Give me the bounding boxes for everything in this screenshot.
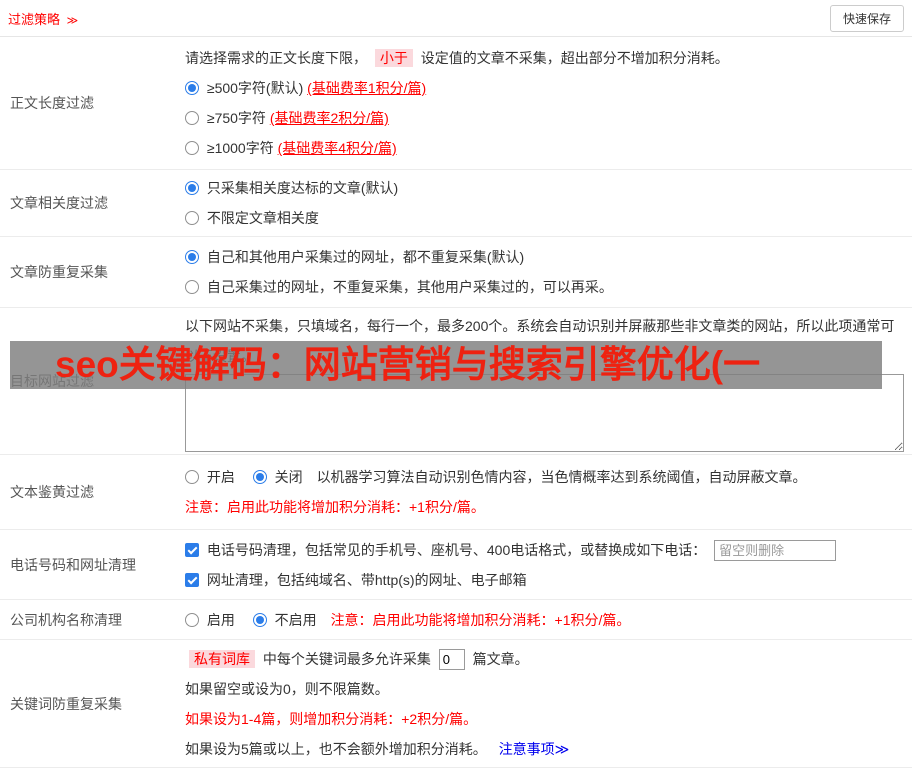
porn-filter-description: 以机器学习算法自动识别色情内容，当色情概率达到系统阈值，自动屏蔽文章。 xyxy=(317,469,807,485)
section-label: 关键词防重复采集 xyxy=(0,640,175,767)
radio-option-500[interactable]: ≥500字符(默认) (基础费率1积分/篇) xyxy=(185,73,902,103)
radio-button[interactable] xyxy=(185,280,199,294)
section-dedup-collection: 文章防重复采集 自己和其他用户采集过的网址，都不重复采集(默认) 自己采集过的网… xyxy=(0,237,912,308)
keyword-note-five: 如果设为5篇或以上，也不会额外增加积分消耗。 xyxy=(185,741,487,757)
radio-button[interactable] xyxy=(253,470,267,484)
radio-button[interactable] xyxy=(185,470,199,484)
keyword-note-zero: 如果留空或设为0，则不限篇数。 xyxy=(185,674,902,704)
intro-text: 请选择需求的正文长度下限， 小于 设定值的文章不采集，超出部分不增加积分消耗。 xyxy=(185,43,902,73)
section-label: 文章防重复采集 xyxy=(0,237,175,307)
ad-overlay-banner[interactable]: seo关键解码：网站营销与搜索引擎优化(一 xyxy=(10,341,882,389)
keyword-note-fee: 如果设为1-4篇，则增加积分消耗：+2积分/篇。 xyxy=(185,704,902,734)
radio-button[interactable] xyxy=(185,81,199,95)
option-text: 自己和其他用户采集过的网址，都不重复采集(默认) xyxy=(207,249,524,265)
section-body-length-filter: 正文长度过滤 请选择需求的正文长度下限， 小于 设定值的文章不采集，超出部分不增… xyxy=(0,37,912,170)
max-articles-input[interactable] xyxy=(439,649,465,670)
radio-option-porn-on[interactable]: 开启 xyxy=(185,469,239,485)
radio-option-dedup-all[interactable]: 自己和其他用户采集过的网址，都不重复采集(默认) xyxy=(185,242,902,272)
option-text: ≥1000字符 xyxy=(207,140,274,156)
radio-option-relevance-strict[interactable]: 只采集相关度达标的文章(默认) xyxy=(185,173,902,203)
header: 过滤策略 ≫ 快速保存 xyxy=(0,0,912,37)
radio-option-porn-off[interactable]: 关闭 xyxy=(253,469,307,485)
highlight-term: 小于 xyxy=(375,49,413,67)
replacement-phone-input[interactable] xyxy=(714,540,836,561)
option-text: 开启 xyxy=(207,469,235,485)
checkbox[interactable] xyxy=(185,573,199,587)
option-text: 只采集相关度达标的文章(默认) xyxy=(207,180,398,196)
chevron-double-icon: ≫ xyxy=(67,15,79,27)
fee-note: (基础费率4积分/篇) xyxy=(278,140,397,156)
option-text: 不限定文章相关度 xyxy=(207,210,319,226)
notes-link[interactable]: 注意事项≫ xyxy=(499,741,570,757)
option-text: 网址清理，包括纯域名、带http(s)的网址、电子邮箱 xyxy=(207,572,527,588)
section-keyword-dedup: 关键词防重复采集 私有词库 中每个关键词最多允许采集 篇文章。 如果留空或设为0… xyxy=(0,640,912,768)
section-label: 公司机构名称清理 xyxy=(0,600,175,639)
section-label: 文章相关度过滤 xyxy=(0,170,175,236)
radio-option-dedup-self[interactable]: 自己采集过的网址，不重复采集，其他用户采集过的，可以再采。 xyxy=(185,272,902,302)
intro-pre: 请选择需求的正文长度下限， xyxy=(185,50,367,66)
radio-button[interactable] xyxy=(185,613,199,627)
section-company-name-cleanup: 公司机构名称清理 启用 不启用 注意：启用此功能将增加积分消耗：+1积分/篇。 xyxy=(0,600,912,640)
radio-option-company-off[interactable]: 不启用 xyxy=(253,612,321,628)
keyword-lead-text: 中每个关键词最多允许采集 xyxy=(263,651,431,667)
option-text: 自己采集过的网址，不重复采集，其他用户采集过的，可以再采。 xyxy=(207,279,613,295)
page-title[interactable]: 过滤策略 ≫ xyxy=(8,9,78,28)
option-text: ≥500字符(默认) xyxy=(207,80,303,96)
quick-save-button[interactable]: 快速保存 xyxy=(830,5,904,32)
fee-note: (基础费率1积分/篇) xyxy=(307,80,426,96)
radio-button[interactable] xyxy=(185,211,199,225)
radio-option-1000[interactable]: ≥1000字符 (基础费率4积分/篇) xyxy=(185,133,902,163)
radio-button[interactable] xyxy=(185,181,199,195)
radio-option-relevance-any[interactable]: 不限定文章相关度 xyxy=(185,203,902,233)
page-title-text: 过滤策略 xyxy=(8,12,60,27)
ad-overlay-text: seo关键解码：网站营销与搜索引擎优化(一 xyxy=(55,344,760,385)
option-text: 电话号码清理，包括常见的手机号、座机号、400电话格式，或替换成如下电话： xyxy=(207,542,706,558)
checkbox-option-url-clean[interactable]: 网址清理，包括纯域名、带http(s)的网址、电子邮箱 xyxy=(185,565,902,595)
keyword-lead-post: 篇文章。 xyxy=(473,651,529,667)
fee-note: (基础费率2积分/篇) xyxy=(270,110,389,126)
radio-button[interactable] xyxy=(253,613,267,627)
private-lexicon-highlight: 私有词库 xyxy=(189,650,255,668)
section-relevance-filter: 文章相关度过滤 只采集相关度达标的文章(默认) 不限定文章相关度 xyxy=(0,170,912,237)
option-text: 不启用 xyxy=(275,612,317,628)
radio-button[interactable] xyxy=(185,111,199,125)
checkbox[interactable] xyxy=(185,543,199,557)
option-text: 关闭 xyxy=(275,469,303,485)
radio-option-750[interactable]: ≥750字符 (基础费率2积分/篇) xyxy=(185,103,902,133)
section-porn-filter: 文本鉴黄过滤 开启 关闭 以机器学习算法自动识别色情内容，当色情概率达到系统阈值… xyxy=(0,455,912,530)
porn-filter-warning: 注意：启用此功能将增加积分消耗：+1积分/篇。 xyxy=(185,492,902,522)
option-text: ≥750字符 xyxy=(207,110,266,126)
checkbox-option-phone-clean[interactable]: 电话号码清理，包括常见的手机号、座机号、400电话格式，或替换成如下电话： xyxy=(185,535,902,565)
option-text: 启用 xyxy=(207,612,235,628)
section-label: 电话号码和网址清理 xyxy=(0,530,175,599)
radio-button[interactable] xyxy=(185,250,199,264)
section-label: 正文长度过滤 xyxy=(0,37,175,169)
intro-post: 设定值的文章不采集，超出部分不增加积分消耗。 xyxy=(421,50,729,66)
radio-button[interactable] xyxy=(185,141,199,155)
company-cleanup-warning: 注意：启用此功能将增加积分消耗：+1积分/篇。 xyxy=(331,612,631,628)
section-label: 文本鉴黄过滤 xyxy=(0,455,175,529)
radio-option-company-on[interactable]: 启用 xyxy=(185,612,239,628)
section-phone-url-cleanup: 电话号码和网址清理 电话号码清理，包括常见的手机号、座机号、400电话格式，或替… xyxy=(0,530,912,600)
